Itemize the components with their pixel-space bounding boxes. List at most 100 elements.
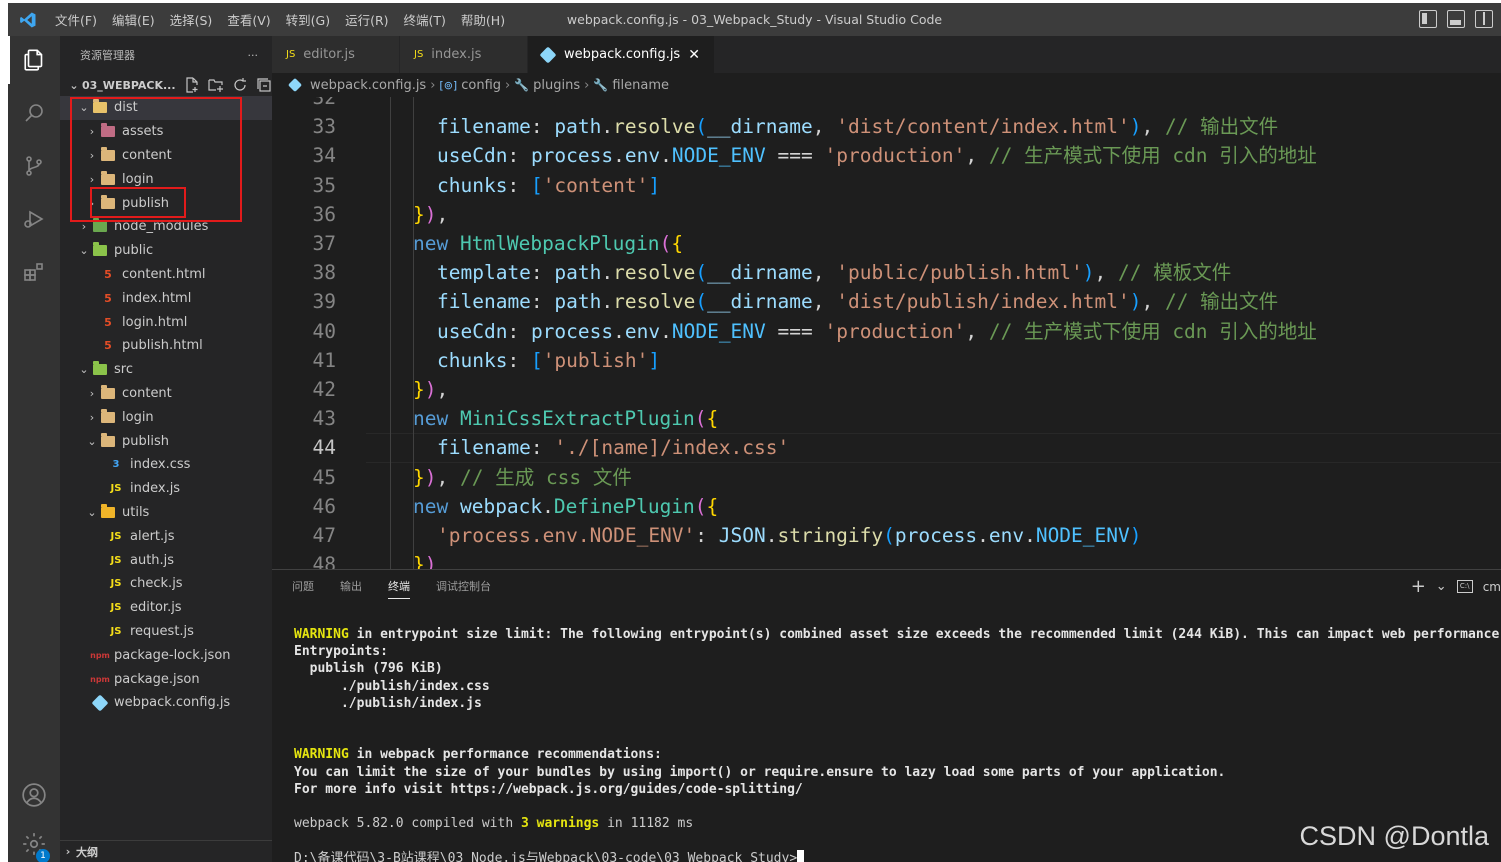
panel-tab[interactable]: 问题 [292, 578, 314, 594]
toggle-sidebar-icon[interactable] [1419, 10, 1437, 28]
toggle-secondary-sidebar-icon[interactable] [1475, 10, 1493, 28]
code-line[interactable]: 40 useCdn: process.env.NODE_ENV === 'prod… [272, 317, 1501, 346]
code-token: === [765, 319, 825, 343]
source-control-icon[interactable] [8, 142, 60, 190]
tree-item-package-lock-json[interactable]: npm package-lock.json [60, 643, 272, 667]
code-line[interactable]: 41 chunks: ['publish'] [272, 346, 1501, 375]
terminal-dropdown-icon[interactable]: ⌄ [1436, 579, 1447, 594]
code-token: : [507, 144, 531, 168]
menu-item[interactable]: 终端(T) [397, 10, 454, 29]
code-token: useCdn [437, 144, 508, 168]
panel-tab[interactable]: 调试控制台 [436, 578, 491, 594]
folder-icon [100, 194, 116, 210]
refresh-icon[interactable] [232, 77, 248, 93]
menu-item[interactable]: 运行(R) [338, 10, 396, 29]
code-text: }), [413, 375, 448, 404]
tree-item-index-js[interactable]: JS index.js [60, 477, 272, 501]
run-debug-icon[interactable] [8, 195, 60, 243]
line-number: 46 [312, 494, 336, 518]
tree-item-src[interactable]: ⌄ src [60, 358, 272, 382]
code-line[interactable]: 36}), [272, 200, 1501, 229]
terminal-shell-label[interactable]: cm [1483, 580, 1501, 594]
workspace-folder[interactable]: ⌄ 03_WEBPACK... [60, 74, 272, 96]
tree-item-index-html[interactable]: 5 index.html [60, 286, 272, 310]
code-token: . [660, 144, 672, 168]
code-line[interactable]: 37 new HtmlWebpackPlugin({ [272, 229, 1501, 258]
code-line[interactable]: 34 useCdn: process.env.NODE_ENV === 'prod… [272, 141, 1501, 170]
outline-section[interactable]: › 大纲 [60, 840, 272, 862]
collapse-all-icon[interactable] [256, 77, 272, 93]
new-file-icon[interactable] [184, 77, 200, 93]
tree-item-label: index.html [122, 290, 192, 306]
html-file-icon: 5 [104, 267, 112, 281]
editor-tab[interactable]: JS index.js [400, 36, 528, 73]
tree-item-check-js[interactable]: JS check.js [60, 572, 272, 596]
tree-item-public[interactable]: ⌄ public [60, 239, 272, 263]
code-token: : [530, 290, 555, 314]
code-line[interactable]: 32 [272, 97, 1501, 112]
tree-item-publish[interactable]: › publish [60, 191, 272, 215]
settings-gear-icon[interactable]: 1 [8, 820, 60, 862]
breadcrumb-plugins[interactable]: plugins [533, 78, 580, 93]
menu-item[interactable]: 选择(S) [163, 10, 221, 29]
editor-tab[interactable]: JS editor.js [272, 36, 400, 73]
tree-item-content-html[interactable]: 5 content.html [60, 263, 272, 287]
tree-item-package-json[interactable]: npm package.json [60, 667, 272, 691]
code-line[interactable]: 45}), // 生成 css 文件 [272, 463, 1501, 492]
tree-item-alert-js[interactable]: JS alert.js [60, 524, 272, 548]
menu-item[interactable]: 转到(G) [279, 10, 338, 29]
code-line[interactable]: 38 template: path.resolve(__dirname, 'pub… [272, 258, 1501, 287]
search-icon[interactable] [8, 89, 60, 137]
menu-item[interactable]: 帮助(H) [454, 10, 513, 29]
html-file-icon: 5 [104, 339, 112, 353]
panel-tab[interactable]: 终端 [388, 573, 410, 599]
terminal-shell-icon[interactable]: C:\ [1456, 580, 1473, 593]
tree-item-content[interactable]: › content [60, 382, 272, 406]
tree-item-login-html[interactable]: 5 login.html [60, 310, 272, 334]
tree-item-login[interactable]: › login [60, 405, 272, 429]
more-actions-icon[interactable]: ··· [248, 49, 259, 62]
breadcrumb-file[interactable]: webpack.config.js [310, 78, 426, 93]
tree-item-auth-js[interactable]: JS auth.js [60, 548, 272, 572]
menu-item[interactable]: 编辑(E) [105, 10, 163, 29]
toggle-panel-icon[interactable] [1447, 10, 1465, 28]
tree-item-request-js[interactable]: JS request.js [60, 620, 272, 644]
menu-item[interactable]: 文件(F) [48, 10, 105, 29]
tree-item-index-css[interactable]: 3 index.css [60, 453, 272, 477]
explorer-icon[interactable] [8, 36, 60, 84]
code-line[interactable]: 39 filename: path.resolve(__dirname, 'dis… [272, 287, 1501, 316]
tree-item-label: publish [122, 195, 169, 211]
tree-item-publish-html[interactable]: 5 publish.html [60, 334, 272, 358]
code-line[interactable]: 42}), [272, 375, 1501, 404]
code-line[interactable]: 47'process.env.NODE_ENV': JSON.stringify… [272, 521, 1501, 550]
tree-item-utils[interactable]: ⌄ utils [60, 501, 272, 525]
code-line[interactable]: 48}) [272, 550, 1501, 569]
code-line[interactable]: 44 filename: './[name]/index.css' [272, 433, 1501, 462]
tree-item-content[interactable]: › content [60, 144, 272, 168]
tree-item-dist[interactable]: ⌄ dist [60, 96, 272, 120]
code-line[interactable]: 43 new MiniCssExtractPlugin({ [272, 404, 1501, 433]
code-token: , [965, 319, 989, 343]
tree-item-webpack-config-js[interactable]: webpack.config.js [60, 691, 272, 715]
tree-item-login[interactable]: › login [60, 167, 272, 191]
code-line[interactable]: 46 new webpack.DefinePlugin({ [272, 492, 1501, 521]
code-editor[interactable]: 32 33 filename: path.resolve(__dirname, 'd… [272, 97, 1501, 569]
breadcrumb-config[interactable]: config [461, 78, 501, 93]
new-terminal-icon[interactable]: + [1411, 576, 1426, 597]
code-line[interactable]: 33 filename: path.resolve(__dirname, 'dis… [272, 112, 1501, 141]
code-text: }), // 生成 css 文件 [413, 463, 632, 492]
tree-item-node-modules[interactable]: › node_modules [60, 215, 272, 239]
tree-item-label: alert.js [130, 528, 175, 544]
editor-tab[interactable]: webpack.config.js ✕ [528, 36, 715, 73]
tree-item-publish[interactable]: ⌄ publish [60, 429, 272, 453]
menu-item[interactable]: 查看(V) [220, 10, 278, 29]
tree-item-assets[interactable]: › assets [60, 120, 272, 144]
close-icon[interactable]: ✕ [688, 47, 700, 63]
breadcrumb-filename[interactable]: filename [612, 78, 669, 93]
new-folder-icon[interactable] [207, 77, 224, 93]
account-icon[interactable] [8, 771, 60, 819]
tree-item-editor-js[interactable]: JS editor.js [60, 596, 272, 620]
code-line[interactable]: 35 chunks: ['content'] [272, 171, 1501, 200]
panel-tab[interactable]: 输出 [340, 578, 362, 594]
extensions-icon[interactable] [8, 248, 60, 296]
